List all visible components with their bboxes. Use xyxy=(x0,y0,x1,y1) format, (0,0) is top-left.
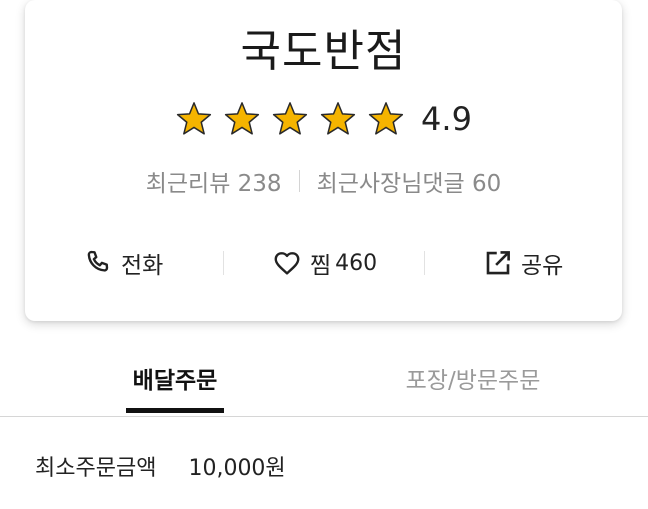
star-icon xyxy=(176,102,212,135)
share-icon xyxy=(486,251,510,275)
owner-replies-link[interactable]: 최근사장님댓글 60 xyxy=(317,164,502,198)
call-label: 전화 xyxy=(121,253,164,279)
heart-icon xyxy=(274,252,300,275)
favorite-count: 460 xyxy=(335,250,378,276)
review-summary: 최근리뷰 238 최근사장님댓글 60 xyxy=(25,164,622,198)
min-order-value: 10,000원 xyxy=(188,456,286,481)
store-name: 국도반점 xyxy=(240,26,407,77)
divider xyxy=(298,170,300,192)
rating-row: 4.9 xyxy=(25,96,622,142)
share-label: 공유 xyxy=(521,253,564,279)
favorite-button[interactable]: 찜 460 xyxy=(272,240,377,286)
min-order-row: 최소주문금액 10,000원 xyxy=(35,448,286,484)
star-icon xyxy=(320,102,356,135)
star-icon xyxy=(272,102,308,135)
tab-delivery-order[interactable]: 배달주문 xyxy=(126,350,224,413)
divider xyxy=(424,251,425,275)
store-page: 국도반점 4.9 최근리뷰 238 최근사장님댓글 60 전화 찜 460 공유… xyxy=(0,0,648,509)
rating-score: 4.9 xyxy=(421,100,472,138)
action-bar: 전화 찜 460 공유 xyxy=(25,240,622,286)
order-type-tabs: 배달주문 포장/방문주문 xyxy=(0,350,648,417)
star-rating xyxy=(175,100,415,138)
tab-pickup-order[interactable]: 포장/방문주문 xyxy=(393,350,553,412)
star-icon xyxy=(224,102,260,135)
call-button[interactable]: 전화 xyxy=(83,240,163,286)
store-info-card: 국도반점 4.9 최근리뷰 238 최근사장님댓글 60 전화 찜 460 공유 xyxy=(25,0,622,321)
share-button[interactable]: 공유 xyxy=(483,240,563,286)
divider xyxy=(223,251,224,275)
min-order-label: 최소주문금액 xyxy=(35,456,157,481)
star-icon xyxy=(368,102,404,135)
favorite-label: 찜 xyxy=(310,253,332,279)
phone-icon xyxy=(87,250,109,272)
recent-reviews-link[interactable]: 최근리뷰 238 xyxy=(146,164,282,198)
